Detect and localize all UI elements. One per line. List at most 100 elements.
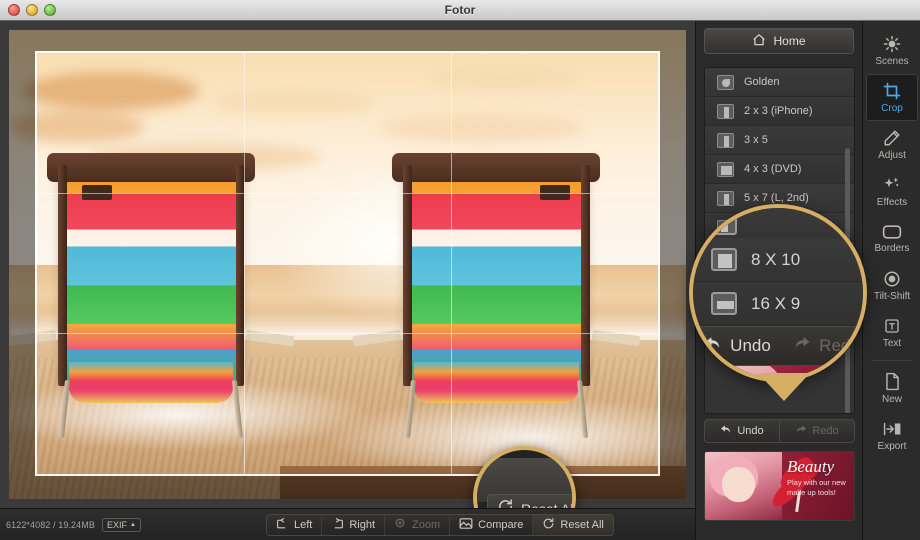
home-bar: Home: [696, 21, 862, 61]
portrait-icon: [717, 103, 734, 119]
undo-label: Undo: [737, 425, 764, 437]
rotate-right-button[interactable]: Right: [322, 515, 386, 535]
tool-label: Export: [877, 440, 907, 452]
compare-icon: [459, 517, 473, 533]
promo-title: Beauty: [787, 457, 835, 476]
crop-preset-golden[interactable]: Golden: [705, 68, 854, 97]
compare-label: Compare: [478, 519, 524, 531]
export-icon: [883, 420, 902, 438]
magnified-preset-label: 16 X 9: [751, 293, 801, 313]
crop-preset-label: 2 x 3 (iPhone): [744, 105, 813, 117]
tool-label: Borders: [874, 242, 910, 254]
promo-subtitle: Play with our new make up tools!: [787, 478, 846, 498]
crop-preset-3x5[interactable]: 3 x 5: [705, 126, 854, 155]
crop-preset-label: Golden: [744, 76, 780, 88]
magnifier-pointer-arrow: [758, 373, 810, 401]
tool-text[interactable]: Text: [863, 309, 920, 356]
tool-borders[interactable]: Borders: [863, 215, 920, 262]
image-info-text: 6122*4082 / 19.24MB: [6, 519, 95, 530]
magnified-undo-button[interactable]: Undo: [693, 335, 782, 358]
zoom-label: Zoom: [412, 519, 441, 531]
redo-label: Redo: [812, 425, 839, 437]
undo-button[interactable]: Undo: [705, 420, 779, 442]
window-title: Fotor: [444, 3, 476, 17]
magnified-crop-preset-8x10[interactable]: 8 X 10: [693, 238, 863, 282]
redo-icon: [793, 335, 811, 358]
tool-export[interactable]: Export: [863, 412, 920, 459]
tool-crop[interactable]: Crop: [866, 74, 918, 121]
redo-icon: [795, 424, 807, 439]
crop-dim: [9, 476, 686, 499]
right-panel: Home Golden 2 x 3 (iPhone) 3 x 5 4 x 3 (…: [689, 21, 867, 540]
landscape-icon: [717, 161, 734, 177]
fotor-app-window: Fotor 6122*4082 / 19.24MB EXIF ▲ Left Ri…: [0, 0, 920, 540]
undo-redo-bar: Undo Redo: [704, 419, 855, 443]
rotate-left-icon: [276, 517, 289, 533]
rotate-left-label: Left: [294, 519, 313, 531]
compare-button[interactable]: Compare: [450, 515, 534, 535]
promo-text: Beauty Play with our new make up tools!: [787, 458, 849, 498]
exif-button[interactable]: EXIF ▲: [101, 517, 141, 532]
tool-label: Tilt-Shift: [873, 290, 911, 302]
crop-list-magnifier: 8 X 10 16 X 9 Undo Redo: [689, 204, 867, 382]
tool-new[interactable]: New: [863, 365, 920, 412]
magnified-undo-label: Undo: [730, 336, 771, 355]
crop-preset-2x3[interactable]: 2 x 3 (iPhone): [705, 97, 854, 126]
home-button[interactable]: Home: [704, 28, 854, 54]
status-bar: 6122*4082 / 19.24MB EXIF ▲ Left Right Zo…: [0, 508, 695, 540]
home-icon: [752, 33, 766, 50]
reset-all-label: Reset All: [560, 519, 604, 531]
crop-preset-label: 5 x 7 (L, 2nd): [744, 192, 809, 204]
crop-gridline-v: [243, 53, 245, 474]
portrait-icon: [711, 211, 737, 235]
title-bar: Fotor: [0, 0, 920, 21]
crop-dim: [9, 30, 686, 51]
text-icon: [883, 317, 901, 335]
crop-gridline-h: [37, 333, 658, 335]
magnified-redo-button[interactable]: Redo: [782, 335, 863, 358]
rotate-right-icon: [331, 517, 344, 533]
reset-icon: [497, 498, 514, 508]
photo-viewport[interactable]: [9, 30, 686, 499]
tool-label: Effects: [876, 196, 908, 208]
tool-adjust[interactable]: Adjust: [863, 121, 920, 168]
border-icon: [882, 224, 902, 240]
crop-icon: [883, 82, 901, 100]
crop-preset-4x3[interactable]: 4 x 3 (DVD): [705, 155, 854, 184]
magnified-crop-preset-16x9[interactable]: 16 X 9: [693, 282, 863, 326]
tool-label: Adjust: [878, 149, 906, 161]
tool-rail: Scenes Crop Adjust Effects Borders Tilt-…: [862, 21, 920, 540]
tool-scenes[interactable]: Scenes: [863, 27, 920, 74]
portrait-icon: [717, 132, 734, 148]
reset-all-button[interactable]: Reset All: [533, 515, 613, 535]
crop-preset-label: 3 x 5: [744, 134, 768, 146]
crop-selection-rect[interactable]: [35, 51, 660, 476]
wide-icon: [711, 292, 737, 315]
zoom-button[interactable]: Zoom: [385, 515, 451, 535]
tool-tilt-shift[interactable]: Tilt-Shift: [863, 262, 920, 309]
promo-banner[interactable]: Beauty Play with our new make up tools!: [704, 451, 855, 521]
crop-preset-label: 4 x 3 (DVD): [744, 163, 802, 175]
promo-photo: [705, 452, 783, 520]
editor-canvas[interactable]: Reset All: [0, 21, 695, 508]
crop-dim: [660, 51, 686, 476]
crop-dim: [9, 51, 35, 476]
home-label: Home: [773, 34, 806, 48]
rotate-left-button[interactable]: Left: [267, 515, 323, 535]
portrait-icon: [717, 190, 734, 206]
tool-effects[interactable]: Effects: [863, 168, 920, 215]
undo-icon: [720, 424, 732, 439]
undo-icon: [704, 335, 722, 358]
magnified-partial-row: [693, 208, 863, 238]
canvas-toolbar: Left Right Zoom Compare Reset All: [266, 514, 614, 536]
magnified-undo-redo-bar: Undo Redo: [693, 326, 863, 366]
zoom-icon: [394, 517, 407, 533]
magnified-reset-all-button[interactable]: Reset All: [487, 494, 572, 508]
tool-label: Scenes: [875, 55, 909, 67]
target-icon: [883, 270, 901, 288]
tool-label: Crop: [881, 102, 903, 114]
exif-label: EXIF: [106, 519, 127, 530]
new-page-icon: [884, 372, 901, 391]
redo-button[interactable]: Redo: [780, 420, 854, 442]
pencil-icon: [883, 129, 901, 147]
